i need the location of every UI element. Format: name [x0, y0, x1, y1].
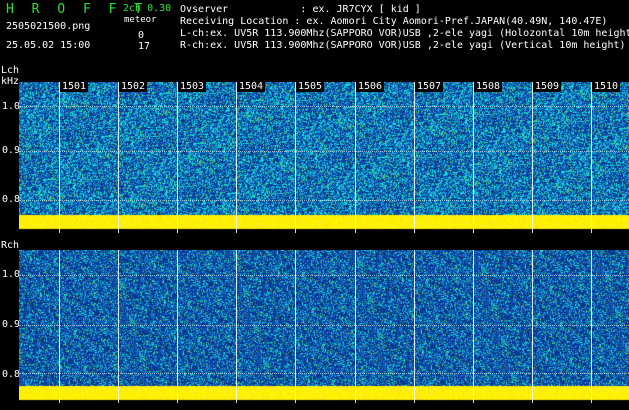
- rch-minute-line: [118, 250, 119, 403]
- rch-minute-line: [532, 250, 533, 403]
- meteor-count-l: 0: [138, 30, 145, 41]
- rch-gridline-1: [19, 275, 629, 276]
- rch-minute-line: [591, 250, 592, 403]
- lch-time-tick: 1507: [415, 82, 444, 92]
- lch-ytick-2: 0.9: [2, 145, 21, 156]
- rch-gridline-3: [19, 373, 629, 374]
- lch-time-tick: 1503: [178, 82, 207, 92]
- lch-minute-line: [532, 82, 533, 233]
- observer-line: Ovserver : ex. JR7CYX [ kid ]: [180, 4, 421, 15]
- lch-minute-line: [591, 82, 592, 233]
- lch-spectrogram-canvas: [19, 82, 629, 233]
- rch-minute-line: [295, 250, 296, 403]
- rch-ytick-2: 0.9: [2, 319, 21, 330]
- file-name: 2505021500.png: [6, 21, 91, 32]
- lch-time-tick: 1510: [592, 82, 621, 92]
- meteor-count-r: 17: [138, 41, 151, 52]
- lch-minute-line: [118, 82, 119, 233]
- date-time: 25.05.02 15:00: [6, 40, 91, 51]
- lch-ytick-3: 0.8: [2, 194, 21, 205]
- rch-gridline-2: [19, 325, 629, 326]
- lch-time-tick: 1502: [119, 82, 148, 92]
- rch-minute-line: [177, 250, 178, 403]
- lch-gridline-2: [19, 151, 629, 152]
- lch-time-tick: 1505: [296, 82, 325, 92]
- lch-minute-line: [473, 82, 474, 233]
- rch-minute-line: [473, 250, 474, 403]
- lch-minute-line: [355, 82, 356, 233]
- lch-minute-line: [295, 82, 296, 233]
- rch-ytick-3: 0.8: [2, 369, 21, 380]
- lch-gridline-1: [19, 106, 629, 107]
- channel-mode: 2ch 0.30: [123, 3, 172, 14]
- meteor-label: meteor: [124, 15, 157, 25]
- lch-time-tick: 1508: [474, 82, 503, 92]
- rch-minute-line: [59, 250, 60, 403]
- lch-time-tick: 1501: [60, 82, 89, 92]
- lch-time-tick: 1509: [533, 82, 562, 92]
- lch-config-line: L-ch:ex. UV5R 113.900Mhz(SAPPORO VOR)USB…: [180, 28, 629, 39]
- lch-time-tick: 1506: [356, 82, 385, 92]
- lch-minute-line: [59, 82, 60, 233]
- lch-minute-line: [236, 82, 237, 233]
- rch-minute-line: [355, 250, 356, 403]
- rch-spectrogram-canvas: [19, 250, 629, 403]
- rch-minute-line: [414, 250, 415, 403]
- location-line: Receiving Location : ex. Aomori City Aom…: [180, 16, 608, 27]
- lch-gridline-3: [19, 200, 629, 201]
- khz-unit: kHz: [1, 76, 20, 87]
- rch-minute-line: [236, 250, 237, 403]
- lch-label: Lch: [1, 65, 20, 76]
- lch-minute-line: [414, 82, 415, 233]
- rch-label: Rch: [1, 240, 20, 251]
- lch-ytick-1: 1.0: [2, 101, 21, 112]
- lch-minute-line: [177, 82, 178, 233]
- rch-spectrogram: [19, 250, 629, 403]
- lch-time-tick: 1504: [237, 82, 266, 92]
- lch-spectrogram: 1501 1502 1503 1504 1505 1506 1507 1508 1509 1510: [19, 82, 629, 233]
- rch-ytick-1: 1.0: [2, 269, 21, 280]
- rch-config-line: R-ch:ex. UV5R 113.900Mhz(SAPPORO VOR)USB…: [180, 40, 626, 51]
